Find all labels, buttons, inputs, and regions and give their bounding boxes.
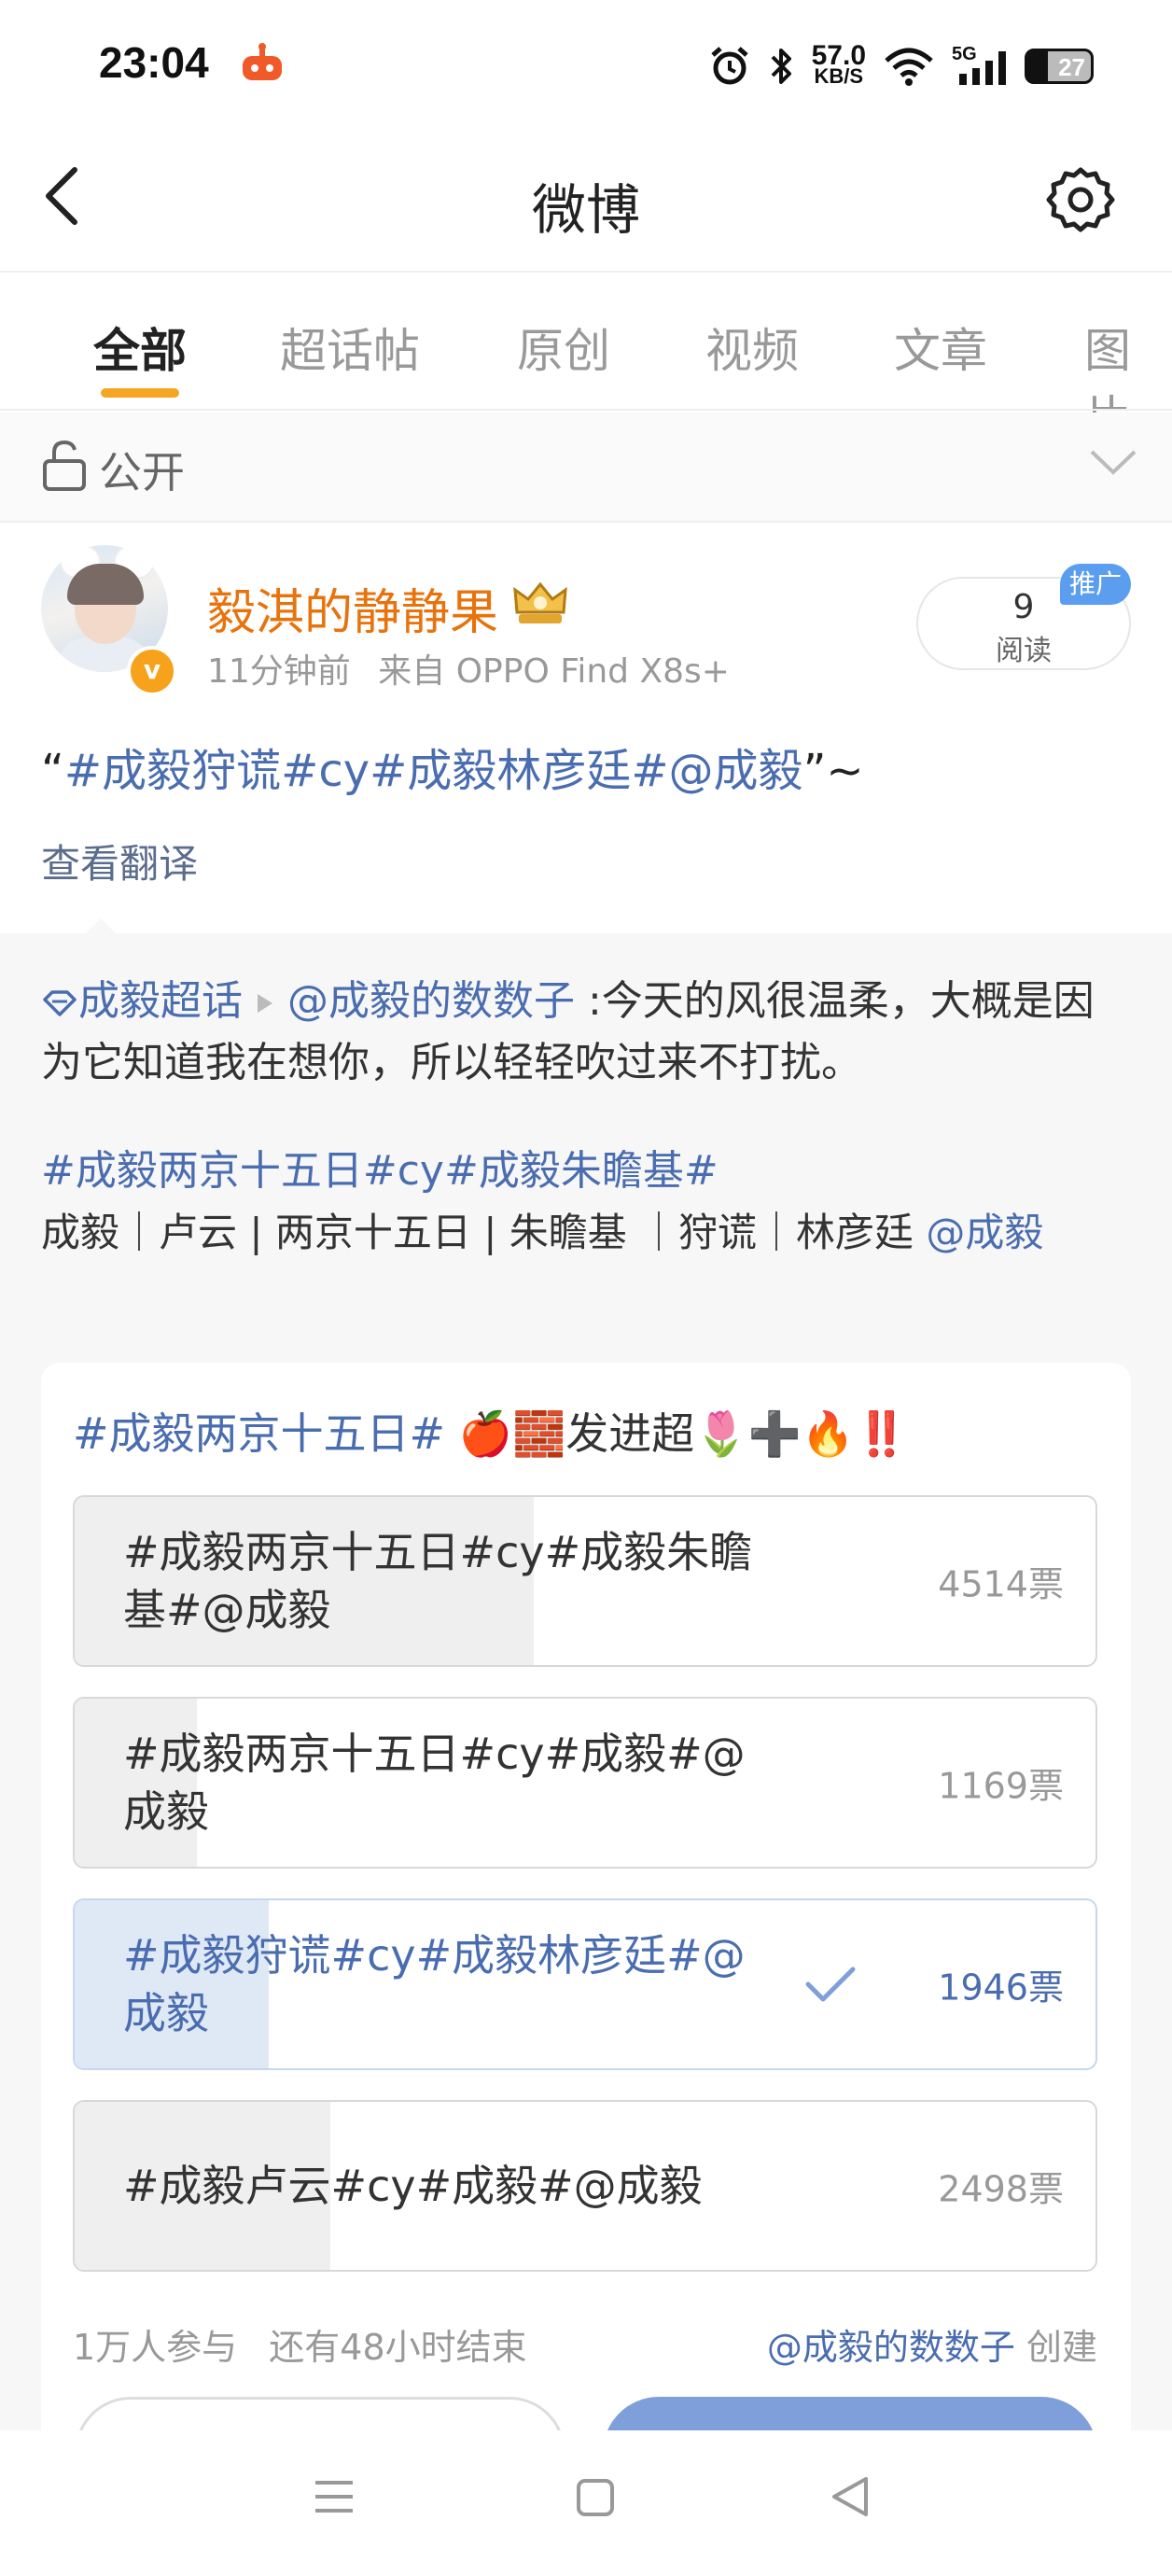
checkmark-icon [805,1967,856,2002]
poll-option-votes: 2498票 [938,2168,1064,2210]
verified-badge-icon: v [127,646,177,696]
repost-spacer [41,1094,1133,1141]
poll-creator: @成毅的数数子 创建 [767,2318,1097,2370]
read-label: 阅读 [996,635,1052,667]
tab-video[interactable]: 视频 [705,314,799,381]
status-icons: 57.0 KB/S 5G 27 [709,34,1094,99]
signal-icon: 5G [952,44,1008,87]
gear-icon[interactable] [1045,164,1116,235]
home-square-icon[interactable] [575,2477,616,2518]
post-text-close-quote: ”~ [802,745,864,797]
wifi-icon [885,48,933,86]
repost-roles-line: 成毅｜卢云 | 两京十五日 | 朱瞻基 ｜狩谎｜林彦廷 @成毅 [41,1202,1133,1264]
page-title: 微博 [531,178,640,242]
poll-title-tag[interactable]: #成毅两京十五日# [73,1408,445,1459]
post-time: 11分钟前 [207,652,351,691]
poll-option-text: #成毅狩谎#cy#成毅林彦廷#@成毅 [123,1930,746,2038]
alarm-icon [710,47,748,85]
poll-option[interactable]: #成毅狩谎#cy#成毅林彦廷#@成毅 1946票 [73,1898,1097,2070]
poll-remaining: 还有48小时结束 [269,2327,527,2368]
poll-created-label: 创建 [1014,2327,1097,2368]
poll-title-suffix: 🍎🧱发进超🌷➕🔥‼️ [445,1408,909,1459]
super-topic-link[interactable]: 成毅超话 [78,977,243,1025]
repost-author[interactable]: @成毅的数数子 [287,977,575,1025]
username[interactable]: 毅淇的静静果 [207,573,498,643]
visibility-label: 公开 [99,447,185,497]
poll-creator-link[interactable]: @成毅的数数子 [767,2327,1015,2368]
tabs-divider [0,409,1172,411]
post-text: “#成毅狩谎#cy#成毅林彦廷#@成毅”~ [41,734,864,799]
tab-super-topic[interactable]: 超话帖 [280,314,420,381]
battery-level: 27 [1058,53,1085,81]
poll-option[interactable]: #成毅卢云#cy#成毅#@成毅 2498票 [73,2100,1097,2272]
post-text-open-quote: “ [41,745,64,797]
repost-hashtags[interactable]: #成毅两京十五日#cy#成毅朱瞻基# [41,1141,1133,1202]
crown-icon [513,581,567,623]
poll-participants: 1万人参与 [73,2327,238,2368]
bluetooth-icon [771,49,791,84]
poll-option-votes: 4514票 [938,1563,1064,1605]
repost-mention[interactable]: @成毅 [914,1210,1043,1255]
app-notification-icon [243,43,282,80]
net-speed-value: 57.0 [811,40,866,71]
net-speed: 57.0 KB/S [811,40,866,88]
poll-title: #成毅两京十五日# 🍎🧱发进超🌷➕🔥‼️ [73,1400,908,1462]
poll-stats: 1万人参与 还有48小时结束 [73,2318,527,2370]
promo-tag[interactable]: 推广 [1060,564,1131,605]
poll-option-votes: 1946票 [938,1967,1064,2009]
tab-article[interactable]: 文章 [894,314,987,381]
repost-pointer [80,918,121,939]
chevron-down-icon [1090,450,1137,475]
visibility-divider [0,521,1172,523]
post-hashtags[interactable]: #成毅狩谎#cy#成毅林彦廷#@成毅 [64,745,803,797]
poll-option[interactable]: #成毅两京十五日#cy#成毅#@成毅 1169票 [73,1697,1097,1869]
diamond-icon [43,990,77,1016]
post-source: 来自 OPPO Find X8s+ [378,652,730,691]
post-meta: 11分钟前 来自 OPPO Find X8s+ [207,644,730,693]
tab-active-indicator [101,388,179,398]
poll-option-text: #成毅卢云#cy#成毅#@成毅 [123,2161,703,2211]
menu-icon[interactable] [312,2475,356,2518]
poll-option-text: #成毅两京十五日#cy#成毅朱瞻基#@成毅 [123,1527,753,1635]
poll-option[interactable]: #成毅两京十五日#cy#成毅朱瞻基#@成毅 4514票 [73,1495,1097,1667]
poll-option-votes: 1169票 [938,1765,1064,1807]
battery-icon: 27 [1025,49,1094,84]
status-time: 23:04 [99,38,209,87]
repost-body: 成毅超话 @成毅的数数子 :今天的风很温柔，大概是因为它知道我在想你，所以轻轻吹过… [41,971,1133,1264]
tab-all[interactable]: 全部 [93,314,187,381]
repost-roles: 成毅｜卢云 | 两京十五日 | 朱瞻基 ｜狩谎｜林彦廷 [41,1210,914,1255]
translate-link[interactable]: 查看翻译 [41,833,198,889]
header-divider [0,271,1172,273]
net-speed-unit: KB/S [814,64,864,88]
play-arrow-icon [258,994,272,1013]
back-triangle-icon[interactable] [829,2473,872,2520]
poll-option-text: #成毅两京十五日#cy#成毅#@成毅 [123,1729,746,1837]
unlock-icon [43,440,86,491]
tab-original[interactable]: 原创 [517,314,610,381]
